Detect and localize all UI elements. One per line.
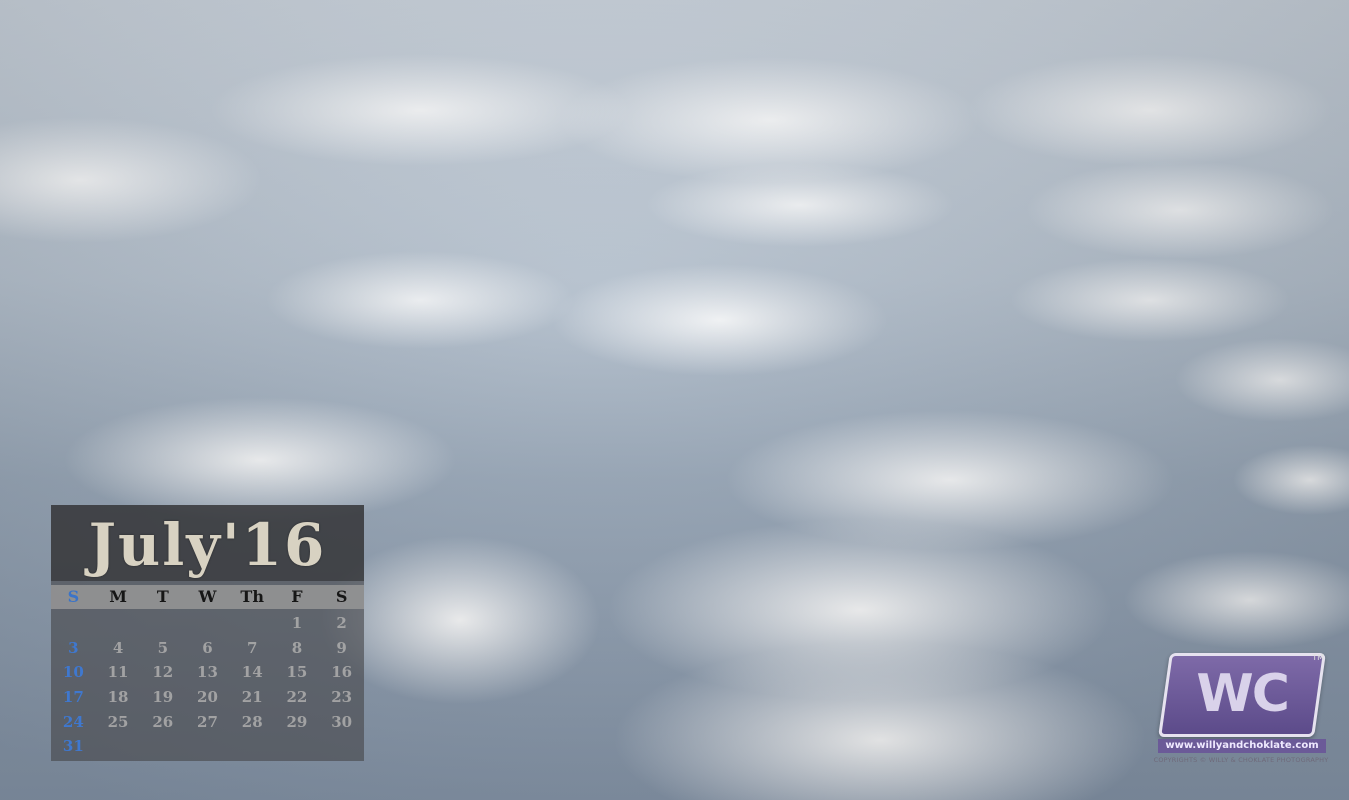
day-cell: 13 [197, 663, 218, 682]
day-cell [275, 734, 320, 759]
day-cell: 25 [107, 712, 129, 731]
day-cell: 26 [152, 712, 174, 731]
day-cell: 19 [152, 687, 174, 706]
weekday-friday: F [291, 587, 303, 606]
day-cell: 24 [62, 712, 84, 731]
day-cell [96, 734, 141, 759]
day-cell: 5 [157, 638, 168, 657]
day-cell [185, 611, 230, 636]
day-cell: 22 [286, 687, 308, 706]
weekday-wednesday: W [198, 587, 217, 606]
logo-mark-icon: WC [1158, 653, 1326, 737]
day-cell: 18 [107, 687, 129, 706]
day-cell [140, 611, 185, 636]
day-cell: 11 [107, 663, 129, 682]
website-url: www.willyandchoklate.com [1158, 739, 1326, 753]
day-cell: 21 [241, 687, 263, 706]
calendar-days-grid: 1 2 3 4 5 6 7 8 9 10 11 12 13 14 15 16 1… [51, 611, 364, 759]
watermark-logo: WC TM www.willyandchoklate.com COPYRIGHT… [1154, 653, 1328, 768]
day-cell: 15 [286, 663, 308, 682]
weekday-header: S M T W Th F S [51, 585, 364, 609]
logo-mark-text: WC [1196, 664, 1288, 724]
day-cell: 16 [331, 663, 353, 682]
day-cell: 9 [336, 638, 347, 657]
calendar-title: July'16 [51, 505, 364, 581]
trademark-label: TM [1312, 653, 1324, 662]
day-cell: 29 [286, 712, 308, 731]
day-cell: 27 [197, 712, 218, 731]
day-cell: 8 [291, 638, 303, 657]
day-cell [185, 734, 230, 759]
day-cell [319, 734, 364, 759]
weekday-monday: M [109, 587, 127, 606]
day-cell: 3 [68, 638, 79, 657]
weekday-saturday: S [335, 587, 348, 606]
day-cell [230, 734, 275, 759]
day-cell [140, 734, 185, 759]
day-cell: 28 [241, 712, 263, 731]
weekday-thursday: Th [240, 587, 264, 606]
copyright-notice: COPYRIGHTS © WILLY & CHOKLATE PHOTOGRAPH… [1153, 756, 1329, 764]
day-cell: 10 [62, 663, 84, 682]
day-cell: 7 [246, 638, 258, 657]
day-cell [96, 611, 141, 636]
day-cell: 30 [331, 712, 353, 731]
weekday-tuesday: T [156, 587, 169, 606]
day-cell: 12 [152, 663, 174, 682]
day-cell [230, 611, 275, 636]
day-cell: 17 [62, 687, 84, 706]
day-cell [51, 611, 96, 636]
day-cell: 23 [331, 687, 353, 706]
day-cell: 31 [62, 737, 84, 756]
day-cell: 1 [291, 614, 303, 632]
calendar-overlay: July'16 S M T W Th F S 1 2 3 4 5 6 7 8 9… [51, 505, 364, 761]
weekday-sunday: S [67, 587, 80, 606]
day-cell: 2 [336, 614, 347, 632]
day-cell: 4 [112, 638, 124, 657]
day-cell: 6 [202, 638, 213, 657]
day-cell: 20 [197, 687, 218, 706]
day-cell: 14 [241, 663, 263, 682]
